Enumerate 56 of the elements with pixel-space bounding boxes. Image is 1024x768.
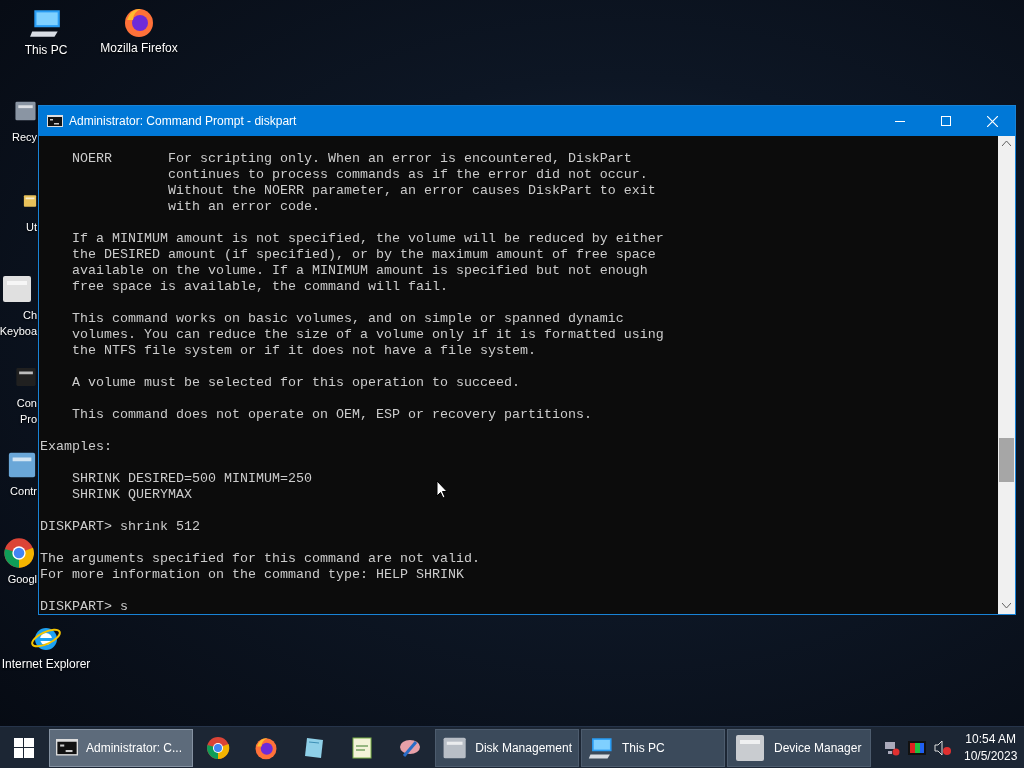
console-line: This command works on basic volumes, and on simple or spanned dynamic xyxy=(71,311,624,327)
maximize-icon xyxy=(941,116,951,126)
console-line: The arguments specified for this command are not valid. xyxy=(40,551,480,567)
console-line: DISKPART> s xyxy=(40,599,128,615)
desktop-icon-label[interactable]: Mozilla Firefox xyxy=(100,40,178,56)
console-icon xyxy=(56,739,78,756)
taskbar-button[interactable]: Device Manager xyxy=(727,728,871,767)
scrollbar[interactable] xyxy=(998,136,1015,614)
desktop-icon-label[interactable]: This PC xyxy=(24,42,68,58)
speaker-muted-icon[interactable] xyxy=(934,739,952,756)
console-line: A volume must be selected for this operation to succeed. xyxy=(71,375,520,391)
scroll-down-icon[interactable] xyxy=(1002,603,1011,609)
fox-globe-icon xyxy=(123,6,155,38)
desktop-icon-label[interactable]: Con Pro xyxy=(16,395,37,427)
console-line: the NTFS file system or if it does not have a file system. xyxy=(71,343,536,359)
document-icon xyxy=(1,273,33,305)
scroll-up-icon[interactable] xyxy=(1002,141,1011,147)
document-icon xyxy=(351,735,373,760)
console-line: Examples: xyxy=(40,439,112,455)
console-line: NOERR For scripting only. When an error is encountered, DiskPart xyxy=(71,151,632,167)
console-line: the DESIRED amount (if specified), or by the maximum amount of free space xyxy=(71,247,656,263)
desktop-icon-label[interactable]: Internet Explorer xyxy=(1,656,91,672)
console-line: DISKPART> shrink 512 xyxy=(40,519,200,535)
console-icon xyxy=(47,115,63,127)
close-icon xyxy=(986,115,998,127)
fox-globe-icon xyxy=(254,735,278,760)
chrome-ball-icon xyxy=(206,735,230,760)
taskbar-button[interactable]: Disk Management xyxy=(435,728,579,767)
desktop-icon-label[interactable]: Ut xyxy=(26,219,37,235)
taskbar-button[interactable]: Administrator: C... xyxy=(49,728,193,767)
console-line: If a MINIMUM amount is not specified, the volume will be reduced by either xyxy=(71,231,664,247)
pointer-icon xyxy=(436,480,448,499)
console-line: volumes. You can reduce the size of a volume only if it is formatted using xyxy=(71,327,664,343)
desktop-icon-label[interactable]: Googl xyxy=(7,571,37,587)
scroll-thumb[interactable] xyxy=(999,438,1014,482)
desktop-icon-label[interactable]: Ch Keyboa xyxy=(0,307,37,339)
console-line: Without the NOERR parameter, an error causes DiskPart to exit xyxy=(166,183,656,199)
console-line: SHRINK DESIRED=500 MINIMUM=250 xyxy=(71,471,312,487)
console-line: SHRINK QUERYMAX xyxy=(71,487,192,503)
clock-time: 10:54 AM xyxy=(965,730,1017,748)
console-line: For more information on the command type: HELP SHRINK xyxy=(40,567,464,583)
chrome-ball-icon xyxy=(3,537,35,569)
windows-logo-icon xyxy=(14,737,34,758)
clock-date: 10/5/2023 xyxy=(964,747,1018,765)
console-line: available on the volume. If a MINIMUM amount is specified but not enough xyxy=(71,263,648,279)
desktop-icon-label[interactable]: Recy xyxy=(11,129,37,145)
color-display-icon[interactable] xyxy=(908,739,926,756)
console-line: with an error code. xyxy=(166,199,320,215)
console-line: continues to process commands as if the error did not occur. xyxy=(166,167,648,183)
console-line: free space is available, the command will fail. xyxy=(71,279,448,295)
window-title: Administrator: Command Prompt - diskpart xyxy=(69,114,298,128)
console-line: This command does not operate on OEM, ESP or recovery partitions. xyxy=(71,407,592,423)
desktop-icon-label[interactable]: Contr xyxy=(10,483,37,499)
network-error-icon[interactable] xyxy=(884,739,900,756)
notepad-icon xyxy=(303,735,325,760)
taskbar-button[interactable]: This PC xyxy=(581,728,725,767)
